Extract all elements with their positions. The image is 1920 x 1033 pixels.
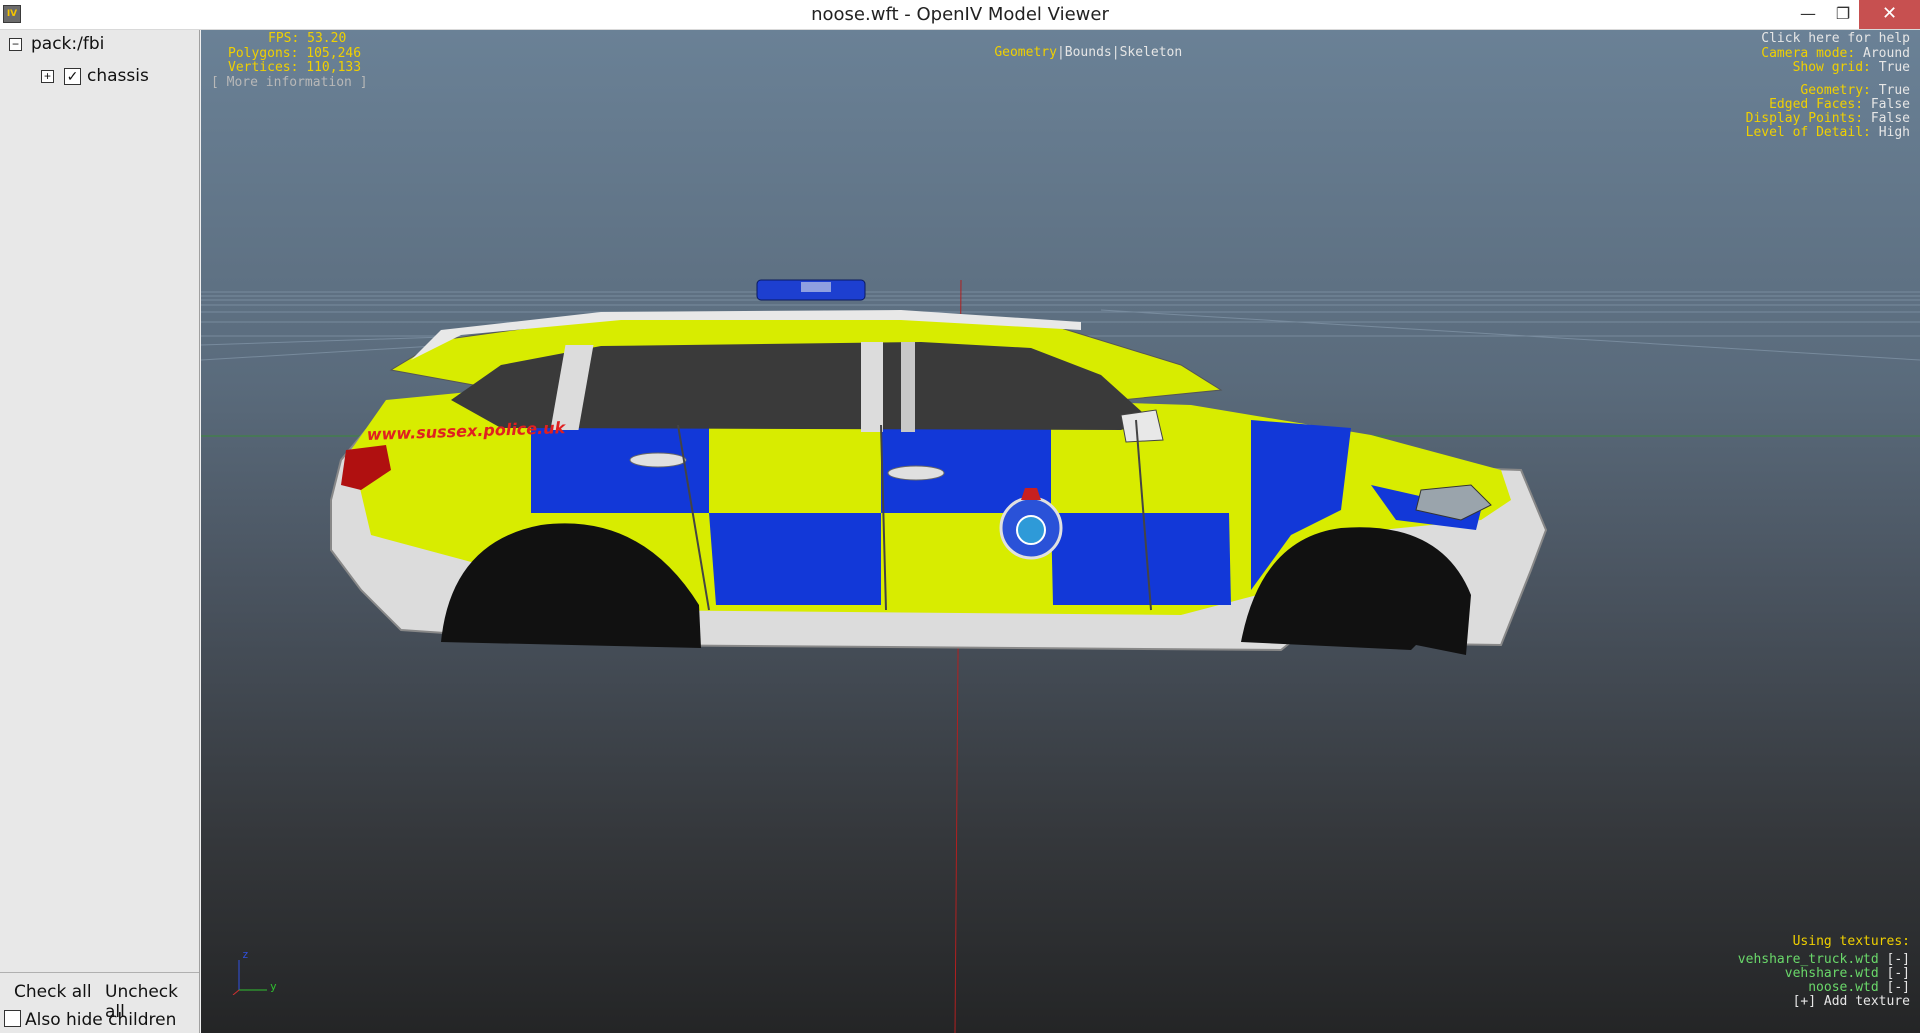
setting-show-grid[interactable]: Show grid: True bbox=[1746, 61, 1910, 75]
viewport-scene: www.sussex.police.uk bbox=[201, 279, 1920, 1033]
tree-root-label[interactable]: pack:/fbi bbox=[31, 34, 104, 54]
tab-separator: | bbox=[1056, 45, 1065, 60]
axis-label-z: z bbox=[242, 948, 249, 961]
tab-bounds[interactable]: Bounds bbox=[1065, 45, 1112, 60]
tab-skeleton[interactable]: Skeleton bbox=[1120, 45, 1183, 60]
tab-geometry[interactable]: Geometry bbox=[994, 45, 1057, 60]
texture-item[interactable]: vehshare_truck.wtd [-] bbox=[1738, 953, 1910, 967]
model-viewport[interactable]: www.sussex.police.uk FPS: 53.20 Polygons… bbox=[201, 30, 1920, 1033]
check-all-button[interactable]: Check all bbox=[14, 982, 92, 1002]
panel-divider bbox=[0, 972, 199, 973]
render-mode-tabs: Geometry|Bounds|Skeleton bbox=[963, 32, 1182, 74]
vertices-readout: Vertices: 110,133 bbox=[228, 60, 362, 75]
polygons-readout: Polygons: 105,246 bbox=[228, 46, 362, 61]
remove-texture-button[interactable]: [-] bbox=[1887, 980, 1910, 995]
title-bar: IV noose.wft - OpenIV Model Viewer — ❐ ✕ bbox=[0, 0, 1920, 30]
remove-texture-button[interactable]: [-] bbox=[1887, 966, 1910, 981]
setting-edged-faces[interactable]: Edged Faces: False bbox=[1746, 98, 1910, 112]
setting-camera-mode[interactable]: Camera mode: Around bbox=[1746, 47, 1910, 61]
also-hide-children-checkbox[interactable] bbox=[4, 1010, 21, 1027]
window-title: noose.wft - OpenIV Model Viewer bbox=[811, 4, 1109, 25]
setting-level-of-detail[interactable]: Level of Detail: High bbox=[1746, 126, 1910, 140]
expand-toggle-icon[interactable]: + bbox=[41, 70, 54, 83]
viewer-settings: Camera mode: Around Show grid: True Geom… bbox=[1746, 47, 1910, 140]
chassis-checkbox[interactable]: ✓ bbox=[64, 68, 81, 85]
textures-panel: Using textures: vehshare_truck.wtd [-] v… bbox=[1738, 935, 1910, 1009]
add-texture-button[interactable]: [+] Add texture bbox=[1738, 995, 1910, 1009]
tree-item-chassis[interactable]: chassis bbox=[87, 66, 149, 86]
axis-label-y: y bbox=[270, 980, 277, 993]
collapse-toggle-icon[interactable]: − bbox=[9, 38, 22, 51]
model-tree-panel: − pack:/fbi + ✓ chassis Check all Unchec… bbox=[0, 30, 200, 1033]
more-information-link[interactable]: [ More information ] bbox=[211, 76, 368, 90]
remove-texture-button[interactable]: [-] bbox=[1887, 952, 1910, 967]
setting-display-points[interactable]: Display Points: False bbox=[1746, 112, 1910, 126]
fps-readout: FPS: 53.20 bbox=[268, 31, 347, 46]
texture-item[interactable]: noose.wtd [-] bbox=[1738, 981, 1910, 995]
textures-title: Using textures: bbox=[1792, 934, 1910, 949]
close-button[interactable]: ✕ bbox=[1859, 0, 1920, 29]
help-link[interactable]: Click here for help bbox=[1761, 32, 1910, 46]
tab-separator: | bbox=[1111, 45, 1120, 60]
axis-gizmo bbox=[232, 960, 267, 995]
setting-geometry[interactable]: Geometry: True bbox=[1746, 84, 1910, 98]
texture-item[interactable]: vehshare.wtd [-] bbox=[1738, 967, 1910, 981]
also-hide-children-label[interactable]: Also hide children bbox=[25, 1010, 176, 1030]
